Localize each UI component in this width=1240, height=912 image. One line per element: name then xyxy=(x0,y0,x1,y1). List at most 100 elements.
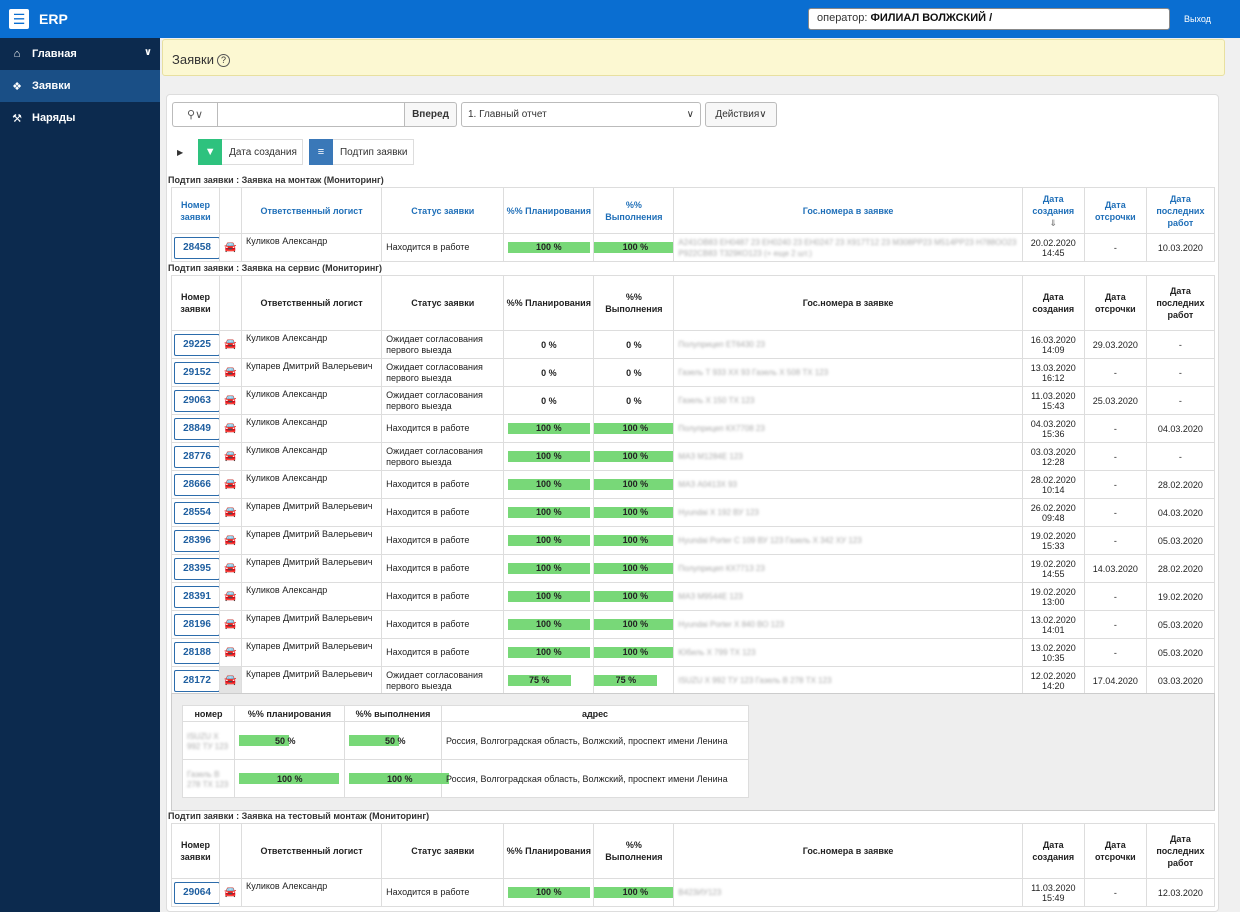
detail-completion-value: 100 % xyxy=(387,773,413,784)
request-number-button[interactable]: 29064 xyxy=(174,881,219,904)
request-number-button[interactable]: 28395 xyxy=(174,557,219,580)
completion-progress-cell: 75 % xyxy=(593,666,675,695)
logout-link[interactable]: Выход xyxy=(1184,14,1211,24)
request-number-button[interactable]: 28172 xyxy=(174,669,219,692)
car-icon[interactable]: 🚘 xyxy=(224,479,236,490)
car-icon[interactable]: 🚘 xyxy=(224,367,236,378)
car-icon[interactable]: 🚘 xyxy=(224,563,236,574)
filter-chip-subtype[interactable]: ≡ Подтип заявки xyxy=(308,139,414,165)
column-header-delay[interactable]: Дата отсрочки xyxy=(1083,823,1147,879)
car-icon[interactable]: 🚘 xyxy=(224,395,236,406)
created-date-cell: 28.02.2020 10:14 xyxy=(1021,470,1085,499)
header-row: Номер заявки Ответственный логист Статус з… xyxy=(170,275,1216,331)
request-number-button[interactable]: 28776 xyxy=(174,445,219,468)
header-row: Номер заявки Ответственный логист Статус з… xyxy=(170,823,1216,879)
car-icon[interactable]: 🚘 xyxy=(224,535,236,546)
request-number-button[interactable]: 28666 xyxy=(174,473,219,496)
column-header-logist[interactable]: Ответственный логист xyxy=(241,823,383,879)
detail-column-header-addr: адрес xyxy=(441,705,749,722)
column-header-done[interactable]: %% Выполнения xyxy=(593,187,675,234)
request-number-cell: 29152 xyxy=(170,358,221,387)
column-header-created[interactable]: Дата создания ⇓ xyxy=(1021,187,1085,234)
created-time: 14:45 xyxy=(1042,247,1065,258)
column-header-last[interactable]: Дата последних работ xyxy=(1145,187,1216,234)
plates-text: В423ИУ123 xyxy=(678,888,722,897)
sidebar-item-orders[interactable]: ⚒ Наряды xyxy=(0,102,160,134)
column-header-last[interactable]: Дата последних работ xyxy=(1145,823,1216,879)
column-header-num[interactable]: Номер заявки xyxy=(170,823,221,879)
car-icon[interactable]: 🚘 xyxy=(224,591,236,602)
column-header-created[interactable]: Дата создания xyxy=(1021,823,1085,879)
table-row: 28391 🚘 Куликов Александр Находится в работ… xyxy=(170,582,1216,611)
delay-date-cell: - xyxy=(1083,526,1147,555)
completion-progress-cell: 100 % xyxy=(593,233,675,262)
sidebar-item-home[interactable]: ⌂ Главная ∨ xyxy=(0,38,160,70)
column-header-plates[interactable]: Гос.номера в заявке xyxy=(673,187,1023,234)
car-icon[interactable]: 🚘 xyxy=(224,242,236,253)
column-header-status[interactable]: Статус заявки xyxy=(381,187,505,234)
column-header-delay[interactable]: Дата отсрочки xyxy=(1083,187,1147,234)
completion-progress-cell: 100 % xyxy=(593,414,675,443)
column-header-plan[interactable]: %% Планирования xyxy=(503,823,595,879)
search-column-selector[interactable]: ⚲ ∨ xyxy=(172,102,217,127)
car-icon[interactable]: 🚘 xyxy=(224,423,236,434)
column-header-delay[interactable]: Дата отсрочки xyxy=(1083,275,1147,331)
request-number-button[interactable]: 29063 xyxy=(174,389,219,412)
car-icon[interactable]: 🚘 xyxy=(224,451,236,462)
request-number-button[interactable]: 29152 xyxy=(174,361,219,384)
help-icon[interactable]: ? xyxy=(216,54,230,67)
column-header-num[interactable]: Номер заявки xyxy=(170,275,221,331)
column-header-plates[interactable]: Гос.номера в заявке xyxy=(673,275,1023,331)
operator-selector[interactable]: оператор: ФИЛИАЛ ВОЛЖСКИЙ / xyxy=(808,8,1170,30)
car-icon[interactable]: 🚘 xyxy=(224,339,236,350)
column-header-num[interactable]: Номер заявки xyxy=(170,187,221,234)
request-number-button[interactable]: 28849 xyxy=(174,417,219,440)
request-number-button[interactable]: 28458 xyxy=(174,236,219,259)
sidebar-item-label: Главная xyxy=(32,48,77,60)
go-button[interactable]: Вперед xyxy=(405,102,457,127)
created-time: 14:20 xyxy=(1042,680,1065,691)
request-number-button[interactable]: 28188 xyxy=(174,641,219,664)
requests-table-installation: Номер заявки Ответственный логист Статус з… xyxy=(170,187,1216,262)
logist-cell: Купарев Дмитрий Валерьевич xyxy=(241,498,383,527)
column-header-last[interactable]: Дата последних работ xyxy=(1145,275,1216,331)
created-time: 14:55 xyxy=(1042,568,1065,579)
menu-icon[interactable]: ☰ xyxy=(9,9,29,29)
sort-desc-icon[interactable]: ⇓ xyxy=(1025,217,1082,229)
last-work-date-cell: 12.03.2020 xyxy=(1145,878,1216,907)
sidebar-item-requests[interactable]: ❖ Заявки xyxy=(0,70,160,102)
column-header-logist[interactable]: Ответственный логист xyxy=(241,275,383,331)
table-row: 28458 🚘 Куликов Александр Находится в работ… xyxy=(170,233,1216,262)
column-header-done[interactable]: %% Выполнения xyxy=(593,275,675,331)
plates-text: А241ОВ83 ЕН0487 23 ЕН0240 23 ЕН0247 23 Х… xyxy=(678,237,1017,258)
actions-menu-button[interactable]: Действия ∨ xyxy=(705,102,777,127)
car-icon[interactable]: 🚘 xyxy=(224,675,236,686)
column-header-status[interactable]: Статус заявки xyxy=(381,823,505,879)
column-header-plates[interactable]: Гос.номера в заявке xyxy=(673,823,1023,879)
request-number-button[interactable]: 29225 xyxy=(174,333,219,356)
expand-filters-icon[interactable]: ▶ xyxy=(177,148,183,157)
planning-progress-bar: 100 % xyxy=(507,887,590,898)
column-header-created[interactable]: Дата создания xyxy=(1021,275,1085,331)
plates-cell: Газель Т 933 ХХ 93 Газель Х 508 ТХ 123 xyxy=(673,358,1023,387)
column-header-logist[interactable]: Ответственный логист xyxy=(241,187,383,234)
request-number-button[interactable]: 28396 xyxy=(174,529,219,552)
request-number-button[interactable]: 28196 xyxy=(174,613,219,636)
column-header-done[interactable]: %% Выполнения xyxy=(593,823,675,879)
report-select[interactable]: 1. Главный отчет ∨ xyxy=(461,102,701,127)
car-icon[interactable]: 🚘 xyxy=(224,887,236,898)
column-header-plan[interactable]: %% Планирования xyxy=(503,187,595,234)
request-number-button[interactable]: 28554 xyxy=(174,501,219,524)
car-icon[interactable]: 🚘 xyxy=(224,507,236,518)
filter-chip-date[interactable]: ▼ Дата создания xyxy=(198,139,303,165)
planning-progress-cell: 100 % xyxy=(503,554,595,583)
car-icon[interactable]: 🚘 xyxy=(224,619,236,630)
chevron-down-icon: ∨ xyxy=(143,47,152,58)
completion-progress-cell: 0 % xyxy=(593,358,675,387)
request-number-button[interactable]: 28391 xyxy=(174,585,219,608)
detail-number: Газель В 278 ТХ 123 xyxy=(187,769,229,789)
column-header-plan[interactable]: %% Планирования xyxy=(503,275,595,331)
column-header-status[interactable]: Статус заявки xyxy=(381,275,505,331)
car-icon[interactable]: 🚘 xyxy=(224,647,236,658)
search-input[interactable] xyxy=(217,102,405,127)
